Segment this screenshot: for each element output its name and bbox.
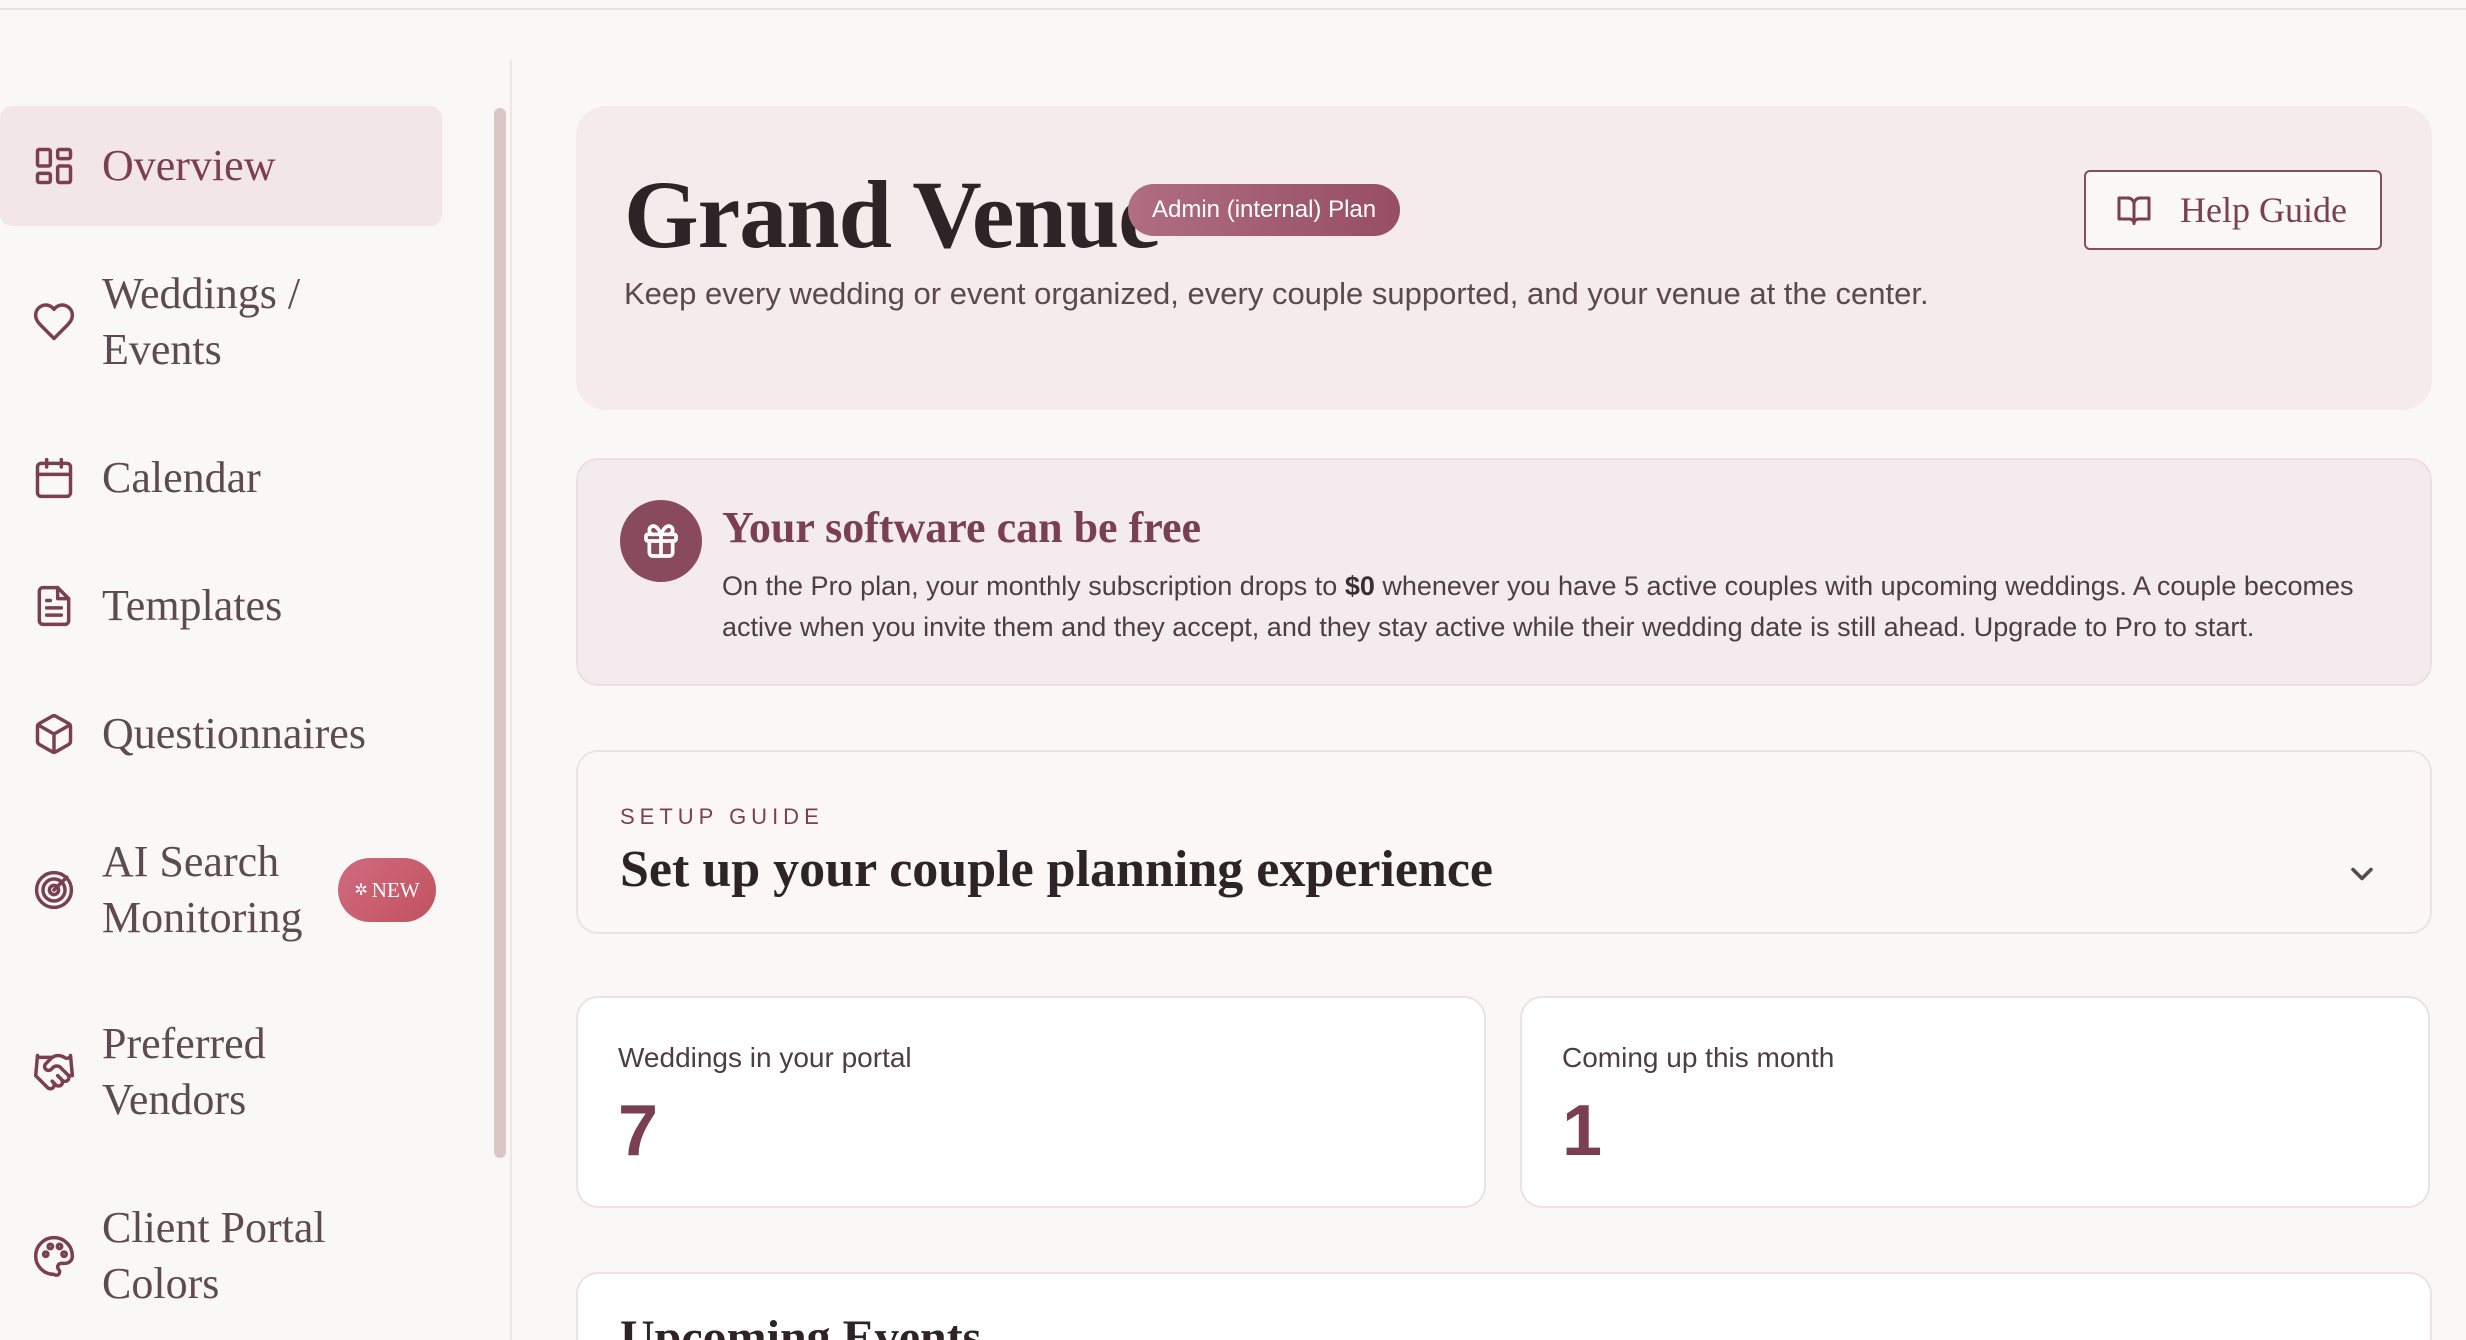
stat-label: Coming up this month	[1562, 1042, 1835, 1073]
sidebar-item-label: Calendar	[102, 453, 261, 502]
heart-icon	[32, 300, 76, 344]
hero-card: Grand Venue Admin (internal) Plan Keep e…	[576, 106, 2432, 410]
sidebar-item-preferred-vendors[interactable]: Preferred Vendors	[0, 1012, 442, 1132]
setup-guide-title: Set up your couple planning experience	[620, 841, 1494, 898]
handshake-icon	[32, 1050, 76, 1094]
sidebar-item-overview[interactable]: Overview	[0, 106, 442, 226]
target-icon	[32, 868, 76, 912]
sidebar-item-questionnaires[interactable]: Questionnaires	[0, 674, 442, 794]
gift-icon	[620, 500, 702, 582]
sidebar-item-label: Preferred Vendors	[102, 1019, 266, 1124]
book-open-icon	[2117, 196, 2151, 225]
sidebar-item-templates[interactable]: Templates	[0, 546, 442, 666]
new-badge: ✲ NEW	[338, 858, 436, 922]
sidebar-item-label: Questionnaires	[102, 709, 366, 758]
upcoming-events-card: Upcoming Events	[576, 1272, 2432, 1340]
setup-guide-accordion[interactable]: SETUP GUIDE Set up your couple planning …	[576, 750, 2432, 934]
sidebar-item-weddings-events[interactable]: Weddings / Events	[0, 262, 442, 382]
sidebar-item-label: Weddings / Events	[102, 269, 301, 374]
page-title: Grand Venue	[624, 161, 1161, 268]
setup-guide-eyebrow: SETUP GUIDE	[620, 804, 824, 829]
dashboard-icon	[32, 144, 76, 188]
plan-badge: Admin (internal) Plan	[1128, 184, 1401, 236]
page-subtitle: Keep every wedding or event organized, e…	[624, 276, 1929, 311]
help-guide-label: Help Guide	[2180, 190, 2347, 230]
free-banner-title: Your software can be free	[722, 503, 1202, 552]
palette-icon	[32, 1234, 76, 1278]
upcoming-events-title: Upcoming Events	[620, 1311, 982, 1340]
sidebar-item-calendar[interactable]: Calendar	[0, 418, 442, 538]
stat-value: 1	[1562, 1091, 1603, 1171]
sidebar-item-label: Overview	[102, 141, 276, 190]
help-guide-button[interactable]: Help Guide	[2084, 170, 2382, 250]
sidebar-item-label: Client Portal Colors	[102, 1203, 326, 1308]
sidebar-item-label: AI Search Monitoring	[102, 837, 303, 942]
calendar-icon	[32, 456, 76, 500]
stat-value: 7	[618, 1091, 659, 1171]
stat-card-this-month: Coming up this month 1	[1520, 996, 2430, 1208]
sidebar: Overview Weddings / Events Calendar Temp…	[0, 0, 512, 1340]
free-software-banner: Your software can be free On the Pro pla…	[576, 458, 2432, 686]
sidebar-item-ai-search-monitoring[interactable]: AI Search Monitoring ✲ NEW	[0, 830, 442, 950]
sidebar-divider	[510, 60, 512, 1340]
sidebar-item-client-portal-colors[interactable]: Client Portal Colors	[0, 1196, 442, 1316]
document-icon	[32, 584, 76, 628]
sidebar-scrollbar[interactable]	[494, 108, 506, 1158]
cube-icon	[32, 712, 76, 756]
free-banner-body: On the Pro plan, your monthly subscripti…	[722, 571, 2354, 642]
stat-card-weddings: Weddings in your portal 7	[576, 996, 1486, 1208]
stat-label: Weddings in your portal	[618, 1042, 912, 1073]
sidebar-item-label: Templates	[102, 581, 283, 630]
chevron-down-icon[interactable]	[2344, 856, 2380, 892]
sparkle-icon: ✲	[354, 882, 368, 899]
